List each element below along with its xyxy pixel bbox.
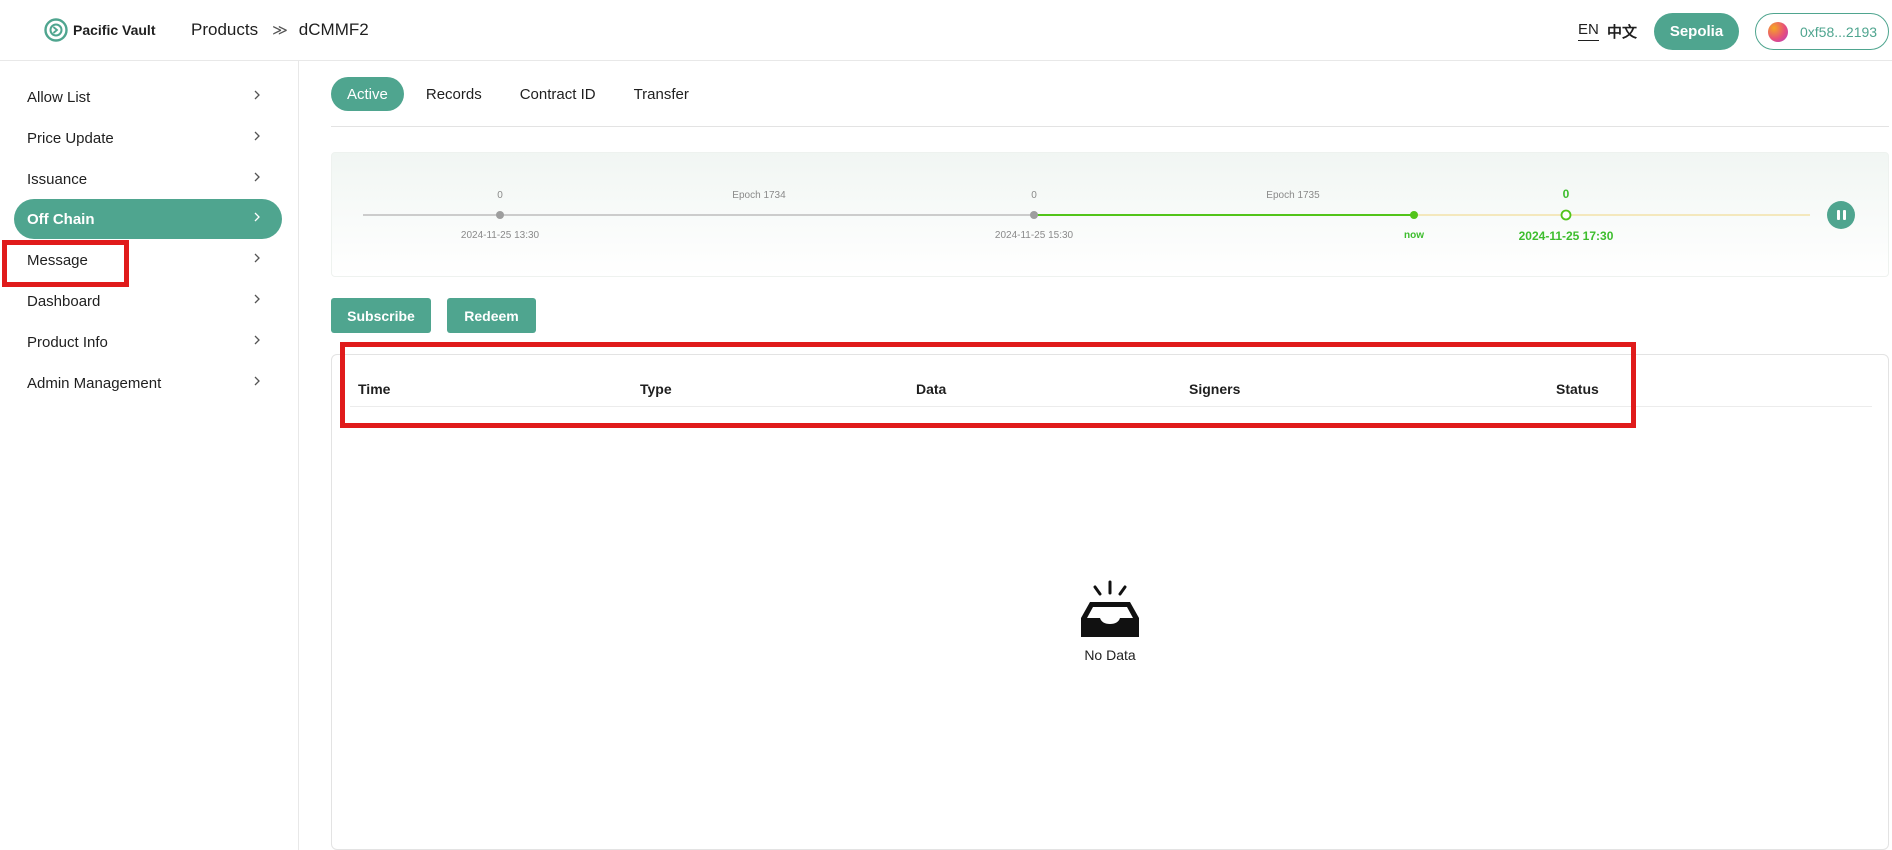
breadcrumb-products[interactable]: Products — [191, 20, 258, 40]
timeline-epoch-2: Epoch 1735 — [1266, 190, 1320, 201]
timeline-epoch-1: Epoch 1734 — [732, 190, 786, 201]
tab-contract-id[interactable]: Contract ID — [504, 77, 612, 111]
network-button[interactable]: Sepolia — [1654, 13, 1739, 50]
sidebar-item-issuance[interactable]: Issuance — [14, 159, 282, 199]
sidebar-item-label: Dashboard — [27, 292, 101, 310]
empty-state-text: No Data — [1084, 647, 1136, 663]
sidebar-item-product-info[interactable]: Product Info — [14, 322, 282, 362]
sidebar-item-price-update[interactable]: Price Update — [14, 118, 282, 158]
breadcrumb: Products ≫ dCMMF2 — [191, 20, 369, 40]
sidebar-item-label: Price Update — [27, 129, 114, 147]
wallet-button[interactable]: 0xf58...2193 — [1755, 13, 1889, 50]
sidebar-item-label: Product Info — [27, 333, 108, 351]
brand-name: Pacific Vault — [73, 22, 156, 38]
pause-button[interactable] — [1827, 201, 1855, 229]
timeline-date-3: 2024-11-25 17:30 — [1518, 229, 1614, 243]
lang-zh-toggle[interactable]: 中文 — [1607, 21, 1637, 42]
chevron-right-icon — [254, 376, 260, 386]
sidebar-item-label: Message — [27, 251, 88, 269]
sidebar-item-label: Admin Management — [27, 374, 162, 392]
redeem-button[interactable]: Redeem — [447, 298, 536, 333]
lang-en-toggle[interactable]: EN — [1578, 21, 1599, 41]
wallet-address: 0xf58...2193 — [1800, 23, 1878, 40]
timeline-count-1: 0 — [497, 190, 503, 201]
breadcrumb-separator-icon: ≫ — [272, 22, 288, 39]
sidebar-item-off-chain[interactable]: Off Chain — [14, 199, 282, 239]
sidebar-item-label: Issuance — [27, 170, 88, 188]
column-header-time[interactable]: Time — [358, 381, 390, 397]
sidebar-item-dashboard[interactable]: Dashboard — [14, 281, 282, 321]
pause-icon — [1842, 210, 1846, 220]
sidebar-item-label: Allow List — [27, 88, 91, 106]
tab-bar: Active Records Contract ID Transfer — [331, 77, 711, 111]
column-header-data[interactable]: Data — [916, 381, 946, 397]
tab-records[interactable]: Records — [410, 77, 498, 111]
chevron-right-icon — [254, 131, 260, 141]
pacific-vault-logo-icon — [44, 18, 68, 42]
chevron-right-icon — [254, 335, 260, 345]
pause-icon — [1836, 210, 1840, 220]
top-header: Pacific Vault Products ≫ dCMMF2 EN 中文 Se… — [0, 0, 1892, 61]
sidebar-item-allow-list[interactable]: Allow List — [14, 77, 282, 117]
sidebar-item-admin-management[interactable]: Admin Management — [14, 363, 282, 403]
sidebar-item-message[interactable]: Message — [14, 240, 282, 280]
brand-logo[interactable]: Pacific Vault — [44, 18, 155, 42]
tab-active[interactable]: Active — [331, 77, 404, 111]
tab-transfer[interactable]: Transfer — [618, 77, 705, 111]
chevron-right-icon — [254, 90, 260, 100]
tabs-divider — [331, 126, 1889, 127]
column-header-status[interactable]: Status — [1556, 381, 1599, 397]
chevron-right-icon — [254, 294, 260, 304]
sidebar-item-label: Off Chain — [27, 210, 95, 228]
column-header-signers[interactable]: Signers — [1189, 381, 1240, 397]
timeline-count-3: 0 — [1562, 187, 1570, 201]
timeline-count-2: 0 — [1031, 190, 1037, 201]
empty-state: No Data — [1060, 580, 1160, 663]
chevron-right-icon — [254, 253, 260, 263]
subscribe-button[interactable]: Subscribe — [331, 298, 431, 333]
chevron-right-icon — [254, 172, 260, 182]
sidebar: Allow List Price Update Issuance Off Cha… — [0, 61, 299, 850]
timeline-date-2: 2024-11-25 15:30 — [994, 230, 1074, 241]
breadcrumb-current: dCMMF2 — [298, 20, 369, 39]
epoch-timeline — [331, 152, 1889, 277]
empty-inbox-icon — [1081, 580, 1139, 637]
chevron-right-icon — [254, 212, 260, 222]
timeline-now-label: now — [1404, 230, 1424, 241]
timeline-date-1: 2024-11-25 13:30 — [460, 230, 540, 241]
table-header-divider — [350, 406, 1872, 407]
column-header-type[interactable]: Type — [640, 381, 672, 397]
wallet-avatar — [1768, 21, 1788, 42]
